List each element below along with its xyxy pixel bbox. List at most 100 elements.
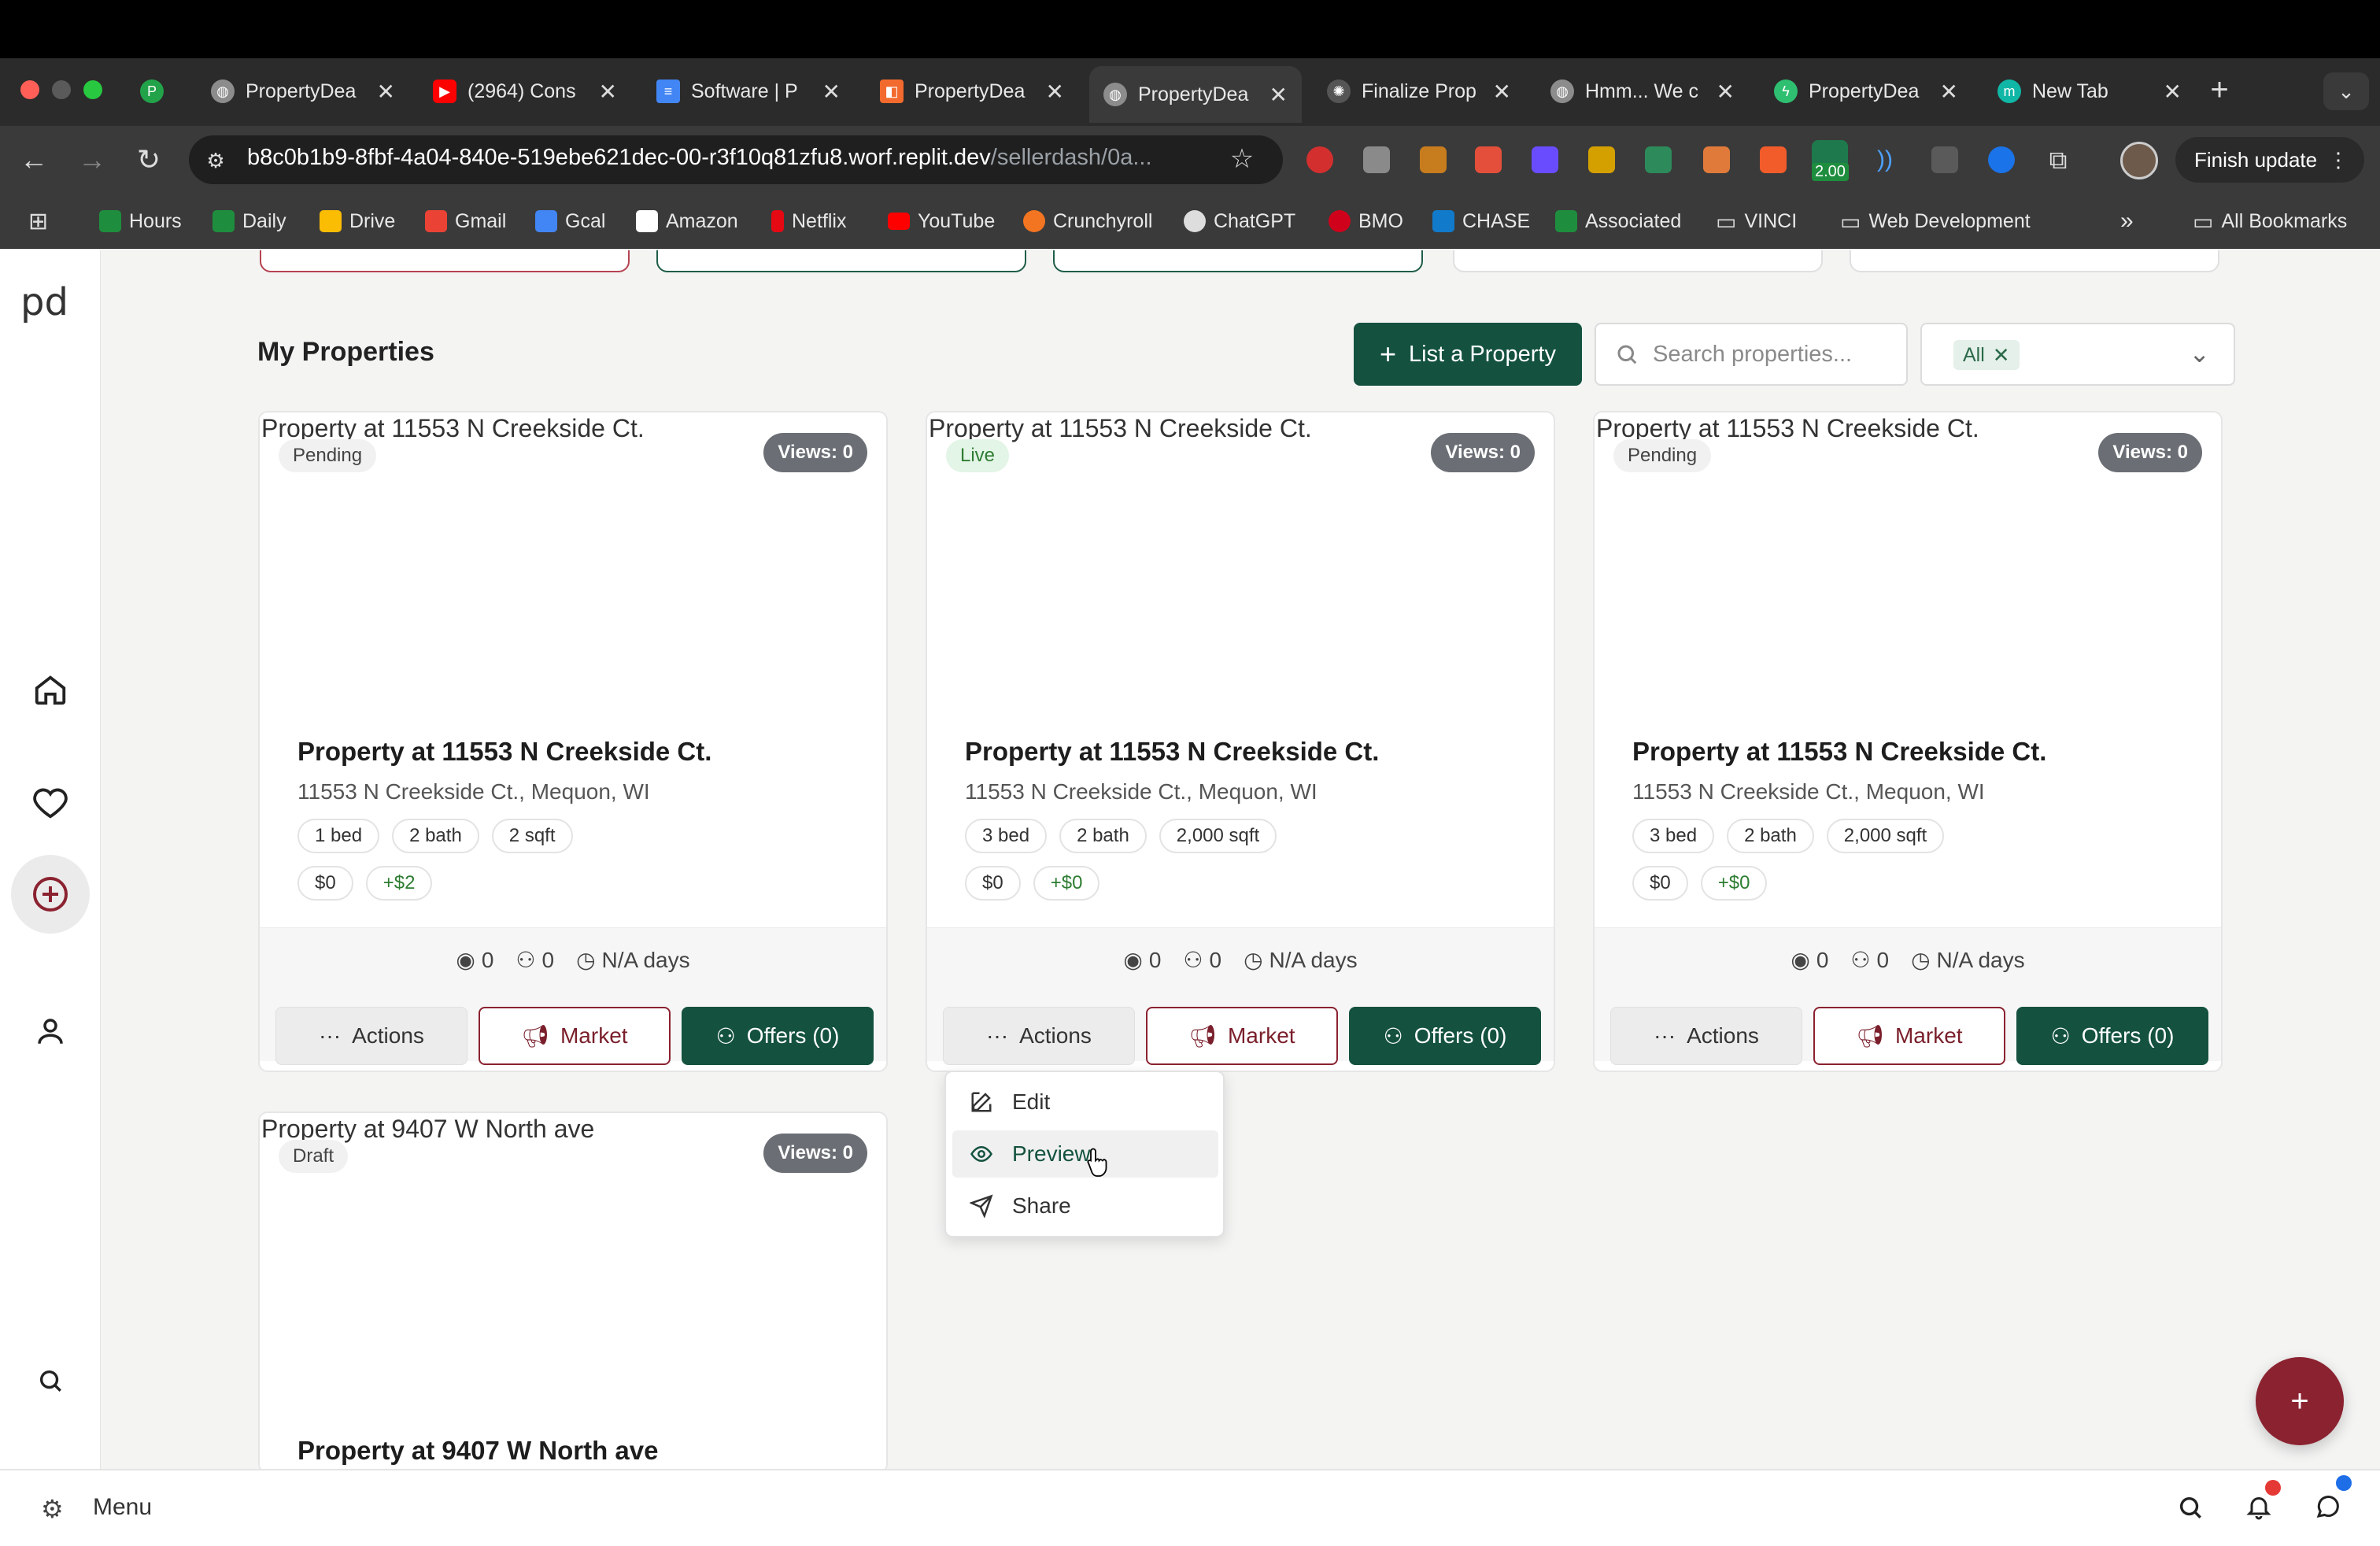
close-tab-icon[interactable]: ✕ bbox=[1269, 82, 1288, 108]
bookmark-crunchyroll[interactable]: Crunchyroll bbox=[1023, 206, 1152, 236]
browser-tab-pinned[interactable]: P bbox=[126, 69, 181, 113]
reload-icon[interactable]: ↻ bbox=[129, 140, 168, 179]
property-card[interactable]: Property at 11553 N Creekside Ct. Pendin… bbox=[1593, 411, 2223, 1072]
folder-icon: ▭ bbox=[1716, 209, 1737, 234]
status-filter-select[interactable]: All ✕ ⌄ bbox=[1920, 323, 2235, 386]
close-tab-icon[interactable]: ✕ bbox=[1493, 79, 1511, 105]
offers-button[interactable]: ⚇ Offers (0) bbox=[2016, 1007, 2208, 1065]
extension-icon[interactable] bbox=[1306, 146, 1333, 173]
browser-tab[interactable]: ≡ Software | P ✕ bbox=[642, 69, 855, 113]
close-window-button[interactable] bbox=[20, 80, 39, 99]
bookmark-chase[interactable]: CHASE bbox=[1432, 206, 1530, 236]
bookmark-chatgpt[interactable]: ChatGPT bbox=[1184, 206, 1295, 236]
extension-icon[interactable] bbox=[1475, 146, 1502, 173]
maximize-window-button[interactable] bbox=[83, 80, 102, 99]
bookmark-folder-webdev[interactable]: ▭ Web Development bbox=[1840, 206, 2031, 236]
browser-tab-active[interactable]: ◍ PropertyDea ✕ bbox=[1089, 66, 1302, 123]
tab-search-chevron-icon[interactable]: ⌄ bbox=[2323, 72, 2369, 110]
more-bookmarks-chevron-icon[interactable]: » bbox=[2120, 206, 2134, 236]
bookmark-amazon[interactable]: Amazon bbox=[636, 206, 738, 236]
search-icon[interactable] bbox=[27, 1357, 74, 1404]
extension-icon[interactable] bbox=[1931, 146, 1958, 173]
bookmark-daily[interactable]: Daily bbox=[213, 206, 286, 236]
close-tab-icon[interactable]: ✕ bbox=[377, 79, 395, 105]
heart-icon[interactable] bbox=[27, 779, 74, 827]
menu-item-edit[interactable]: Edit bbox=[952, 1078, 1218, 1126]
extension-icon[interactable] bbox=[1532, 146, 1558, 173]
browser-tab[interactable]: ϟ PropertyDea ✕ bbox=[1760, 69, 1972, 113]
bookmark-associated[interactable]: Associated bbox=[1555, 206, 1681, 236]
browser-tab[interactable]: ◧ PropertyDea ✕ bbox=[866, 69, 1078, 113]
forward-arrow-icon[interactable]: → bbox=[72, 140, 112, 179]
all-bookmarks-folder[interactable]: ▭ All Bookmarks bbox=[2193, 206, 2347, 236]
extension-icon[interactable]: 2.00 bbox=[1812, 140, 1849, 181]
actions-button[interactable]: ··· Actions bbox=[1610, 1007, 1802, 1065]
app-logo[interactable]: pd bbox=[20, 280, 68, 324]
browser-tab[interactable]: ✺ Finalize Prop ✕ bbox=[1313, 69, 1525, 113]
close-tab-icon[interactable]: ✕ bbox=[599, 79, 617, 105]
chat-bubble-icon[interactable] bbox=[2314, 1475, 2352, 1525]
browser-tab[interactable]: ▶ (2964) Cons ✕ bbox=[419, 69, 631, 113]
property-card[interactable]: Property at 11553 N Creekside Ct. Pendin… bbox=[258, 411, 888, 1072]
new-tab-button[interactable]: + bbox=[2201, 72, 2238, 110]
finish-update-button[interactable]: Finish update ⋮ bbox=[2175, 137, 2364, 183]
offers-button[interactable]: ⚇ Offers (0) bbox=[682, 1007, 874, 1065]
bookmark-hours[interactable]: Hours bbox=[99, 206, 182, 236]
browser-tab[interactable]: ◍ PropertyDea ✕ bbox=[197, 69, 409, 113]
menu-item-share[interactable]: Share bbox=[952, 1182, 1218, 1230]
close-tab-icon[interactable]: ✕ bbox=[1717, 79, 1735, 105]
bookmark-drive[interactable]: Drive bbox=[320, 206, 395, 236]
market-button[interactable]: 📢︎ Market bbox=[479, 1007, 671, 1065]
actions-button[interactable]: ··· Actions bbox=[275, 1007, 468, 1065]
extension-icon[interactable] bbox=[1588, 146, 1615, 173]
avatar[interactable] bbox=[2120, 142, 2158, 179]
floating-add-button[interactable]: + bbox=[2256, 1357, 2344, 1445]
browser-tab[interactable]: m New Tab ✕ bbox=[1983, 69, 2196, 113]
extension-icon[interactable]: )) bbox=[1872, 146, 1898, 173]
add-property-nav[interactable] bbox=[11, 855, 90, 934]
stat-card bbox=[1453, 250, 1823, 272]
puzzle-icon[interactable]: ⧉ bbox=[2045, 146, 2071, 173]
extension-icon[interactable] bbox=[1645, 146, 1672, 173]
apps-grid-icon[interactable]: ⊞ bbox=[28, 206, 48, 236]
menu-item-preview[interactable]: Preview bbox=[952, 1130, 1218, 1178]
list-property-button[interactable]: + List a Property bbox=[1354, 323, 1582, 386]
back-arrow-icon[interactable]: ← bbox=[14, 140, 54, 179]
notification-bell-icon[interactable] bbox=[2245, 1480, 2281, 1525]
minimize-window-button[interactable] bbox=[52, 80, 71, 99]
gear-icon[interactable]: ⚙ bbox=[41, 1494, 64, 1524]
extension-icon[interactable] bbox=[1420, 146, 1447, 173]
url-text[interactable]: b8c0b1b9-8fbf-4a04-840e-519ebe621dec-00-… bbox=[247, 145, 1223, 176]
extension-icon[interactable] bbox=[1760, 146, 1787, 173]
close-tab-icon[interactable]: ✕ bbox=[1940, 79, 1958, 105]
bookmark-netflix[interactable]: Netflix bbox=[771, 206, 846, 236]
extension-icon[interactable] bbox=[1363, 146, 1390, 173]
user-icon[interactable] bbox=[27, 1008, 74, 1055]
menu-button[interactable]: Menu bbox=[93, 1494, 152, 1521]
home-icon[interactable] bbox=[27, 666, 74, 713]
actions-button[interactable]: ··· Actions bbox=[943, 1007, 1135, 1065]
bookmark-gmail[interactable]: Gmail bbox=[425, 206, 506, 236]
extension-icon[interactable] bbox=[1703, 146, 1730, 173]
bookmark-gcal[interactable]: Gcal bbox=[535, 206, 605, 236]
market-button[interactable]: 📢︎ Market bbox=[1813, 1007, 2005, 1065]
close-tab-icon[interactable]: ✕ bbox=[822, 79, 841, 105]
offers-button[interactable]: ⚇ Offers (0) bbox=[1349, 1007, 1541, 1065]
globe-icon: ◍ bbox=[1103, 83, 1127, 106]
extension-icon[interactable] bbox=[1988, 146, 2015, 173]
browser-tab[interactable]: ◍ Hmm... We c ✕ bbox=[1536, 69, 1749, 113]
property-card[interactable]: Property at 11553 N Creekside Ct. Live V… bbox=[926, 411, 1555, 1072]
bookmark-bmo[interactable]: BMO bbox=[1329, 206, 1403, 236]
market-button[interactable]: 📢︎ Market bbox=[1146, 1007, 1338, 1065]
bookmark-star-icon[interactable]: ☆ bbox=[1226, 143, 1258, 175]
remove-chip-icon[interactable]: ✕ bbox=[1993, 343, 2010, 368]
close-tab-icon[interactable]: ✕ bbox=[1046, 79, 1064, 105]
search-input[interactable] bbox=[1653, 341, 1889, 368]
property-card[interactable]: Property at 9407 W North ave Draft Views… bbox=[258, 1111, 888, 1474]
bookmark-youtube[interactable]: YouTube bbox=[888, 206, 995, 236]
search-icon[interactable] bbox=[2177, 1494, 2204, 1525]
site-settings-icon[interactable]: ⚙ bbox=[201, 146, 230, 175]
search-field[interactable] bbox=[1595, 323, 1908, 386]
bookmark-folder-vinci[interactable]: ▭ VINCI bbox=[1716, 206, 1797, 236]
close-tab-icon[interactable]: ✕ bbox=[2164, 79, 2182, 105]
